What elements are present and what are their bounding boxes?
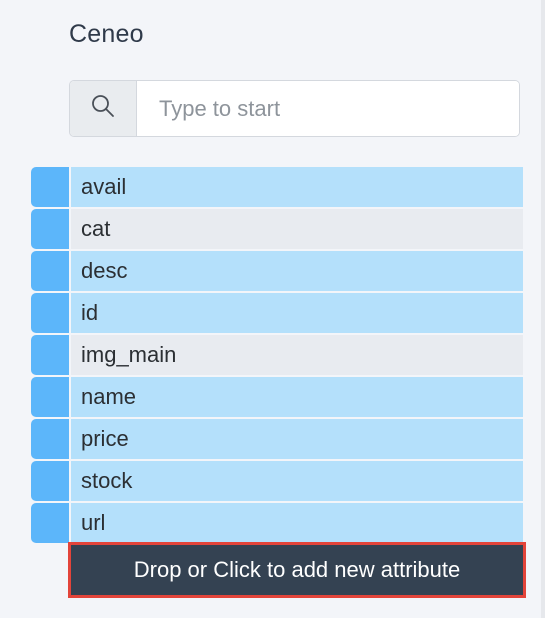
attribute-label[interactable]: cat xyxy=(71,209,523,249)
attribute-label[interactable]: desc xyxy=(71,251,523,291)
add-attribute-button[interactable]: Drop or Click to add new attribute xyxy=(68,542,526,598)
attribute-label[interactable]: avail xyxy=(71,167,523,207)
attribute-label[interactable]: price xyxy=(71,419,523,459)
search-addon xyxy=(70,81,137,136)
attribute-row-cat: cat xyxy=(31,209,523,249)
attribute-panel: Ceneo avail cat desc id xyxy=(0,0,545,618)
drag-handle[interactable] xyxy=(31,335,69,375)
drag-handle[interactable] xyxy=(31,167,69,207)
attribute-row-price: price xyxy=(31,419,523,459)
drag-handle[interactable] xyxy=(31,461,69,501)
search-icon xyxy=(90,93,116,124)
drag-handle[interactable] xyxy=(31,503,69,543)
drag-handle[interactable] xyxy=(31,377,69,417)
attribute-label[interactable]: id xyxy=(71,293,523,333)
attribute-list: avail cat desc id img_main name price st… xyxy=(31,167,523,545)
attribute-row-avail: avail xyxy=(31,167,523,207)
search-input[interactable] xyxy=(137,81,519,136)
page-title: Ceneo xyxy=(69,20,144,48)
attribute-label[interactable]: name xyxy=(71,377,523,417)
attribute-row-name: name xyxy=(31,377,523,417)
attribute-row-id: id xyxy=(31,293,523,333)
search-box xyxy=(69,80,520,137)
attribute-row-desc: desc xyxy=(31,251,523,291)
panel-divider xyxy=(541,0,545,618)
drag-handle[interactable] xyxy=(31,419,69,459)
drag-handle[interactable] xyxy=(31,293,69,333)
attribute-label[interactable]: img_main xyxy=(71,335,523,375)
drag-handle[interactable] xyxy=(31,251,69,291)
attribute-label[interactable]: url xyxy=(71,503,523,543)
attribute-row-url: url xyxy=(31,503,523,543)
attribute-row-stock: stock xyxy=(31,461,523,501)
attribute-label[interactable]: stock xyxy=(71,461,523,501)
attribute-row-img-main: img_main xyxy=(31,335,523,375)
drag-handle[interactable] xyxy=(31,209,69,249)
